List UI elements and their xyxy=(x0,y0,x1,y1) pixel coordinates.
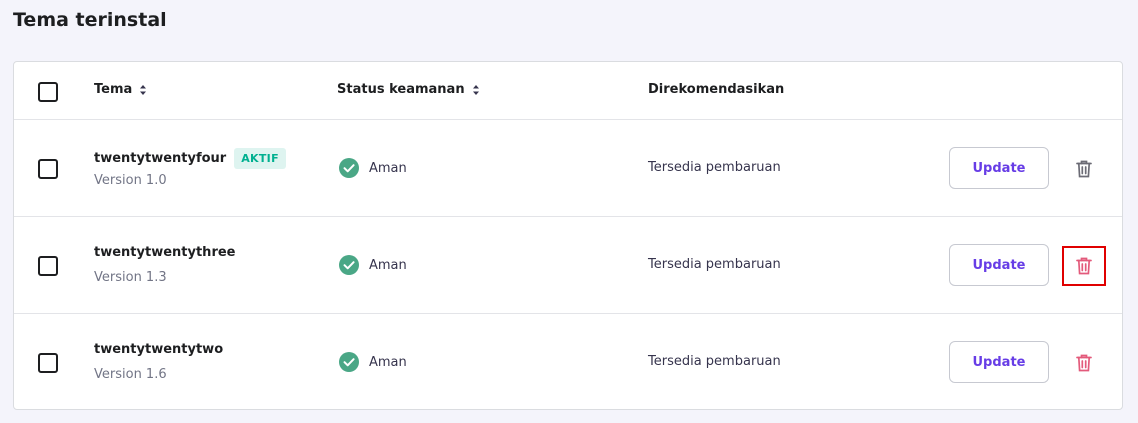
themes-table: Tema Status keamanan Direkomendasikan tw… xyxy=(13,61,1123,410)
recommendation: Tersedia pembaruan xyxy=(648,354,781,369)
check-circle-icon xyxy=(339,158,359,178)
sort-icon[interactable] xyxy=(139,84,147,96)
recommendation: Tersedia pembaruan xyxy=(648,160,781,175)
column-header-theme-label: Tema xyxy=(94,82,133,97)
theme-version: Version 1.0 xyxy=(94,173,167,188)
security-status-label: Aman xyxy=(369,257,407,273)
check-circle-icon xyxy=(339,255,359,275)
theme-name-label: twentytwentyfour xyxy=(94,151,227,166)
select-all-checkbox[interactable] xyxy=(38,82,58,102)
security-status-label: Aman xyxy=(369,354,407,370)
theme-name-label: twentytwentythree xyxy=(94,245,236,260)
active-badge: AKTIF xyxy=(234,148,286,169)
security-status: Aman xyxy=(339,158,407,178)
security-status: Aman xyxy=(339,255,407,275)
theme-name-label: twentytwentytwo xyxy=(94,342,224,357)
row-checkbox[interactable] xyxy=(38,159,58,179)
security-status-label: Aman xyxy=(369,160,407,176)
delete-button[interactable] xyxy=(1062,343,1106,383)
delete-button[interactable] xyxy=(1062,246,1106,286)
row-checkbox[interactable] xyxy=(38,353,58,373)
delete-button[interactable] xyxy=(1062,149,1106,189)
update-button[interactable]: Update xyxy=(949,147,1049,189)
recommendation: Tersedia pembaruan xyxy=(648,257,781,272)
page: Tema terinstal Tema Status keamanan Dire xyxy=(0,0,1138,423)
table-row: twentytwentyfour AKTIF Version 1.0 Aman … xyxy=(14,120,1122,217)
theme-name: twentytwentytwo xyxy=(94,342,223,357)
sort-icon[interactable] xyxy=(472,84,480,96)
table-row: twentytwentythree Version 1.3 Aman Terse… xyxy=(14,217,1122,314)
trash-icon xyxy=(1076,257,1092,275)
page-title: Tema terinstal xyxy=(13,9,167,31)
theme-version: Version 1.3 xyxy=(94,270,167,285)
security-status: Aman xyxy=(339,352,407,372)
update-button[interactable]: Update xyxy=(949,244,1049,286)
column-header-theme[interactable]: Tema xyxy=(94,82,147,97)
trash-icon xyxy=(1076,354,1092,372)
table-row: twentytwentytwo Version 1.6 Aman Tersedi… xyxy=(14,314,1122,411)
column-header-security-status-label: Status keamanan xyxy=(337,82,465,97)
check-circle-icon xyxy=(339,352,359,372)
column-header-recommended-label: Direkomendasikan xyxy=(648,82,785,97)
row-checkbox[interactable] xyxy=(38,256,58,276)
theme-name: twentytwentythree xyxy=(94,245,235,260)
column-header-security-status[interactable]: Status keamanan xyxy=(337,82,480,97)
update-button[interactable]: Update xyxy=(949,341,1049,383)
table-header: Tema Status keamanan Direkomendasikan xyxy=(14,62,1122,120)
theme-name: twentytwentyfour AKTIF xyxy=(94,148,286,169)
trash-icon xyxy=(1076,160,1092,178)
column-header-recommended: Direkomendasikan xyxy=(648,82,784,97)
theme-version: Version 1.6 xyxy=(94,367,167,382)
